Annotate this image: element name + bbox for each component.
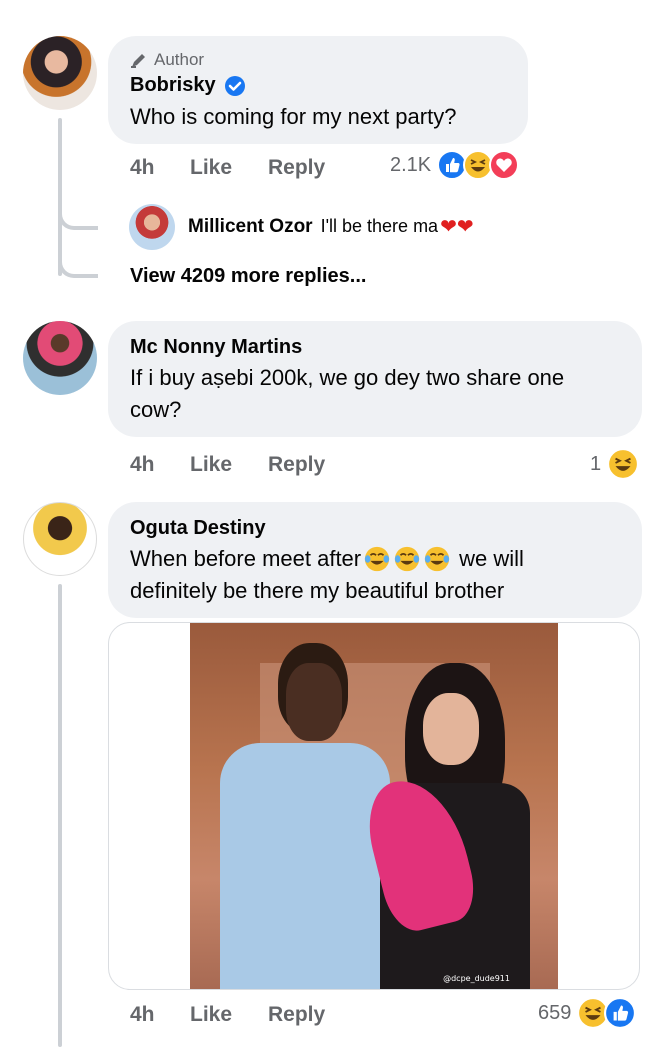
haha-icon (607, 448, 640, 480)
comment-time: 4h (130, 156, 155, 179)
reply-button[interactable]: Reply (268, 156, 325, 180)
reply-text: I'll be there ma (320, 216, 439, 236)
view-more-replies[interactable]: View 4209 more replies... (130, 265, 366, 288)
comment-text: definitely be there my beautiful brother (130, 578, 505, 603)
like-button[interactable]: Like (190, 1003, 232, 1027)
like-button[interactable]: Like (190, 453, 232, 477)
comment-text: cow? (130, 397, 182, 422)
photo-watermark: @dcpe_dude911 (443, 974, 510, 983)
like-icon (604, 997, 637, 1029)
verified-icon (224, 75, 245, 96)
person-man (210, 643, 390, 989)
avatar[interactable] (23, 502, 97, 576)
reaction-count: 2.1K (390, 153, 432, 176)
reaction-summary[interactable]: 1 (590, 448, 640, 480)
comment-text: When before meet after (130, 546, 362, 571)
commenter-name[interactable]: Oguta Destiny (130, 517, 266, 540)
reply-author-name[interactable]: Millicent Ozor (188, 216, 313, 238)
avatar[interactable] (23, 321, 97, 395)
thread-connector (58, 248, 98, 278)
author-label: Author (154, 50, 205, 69)
avatar[interactable] (23, 36, 97, 110)
reply-button[interactable]: Reply (268, 1003, 325, 1027)
pen-icon (131, 54, 145, 68)
reaction-count: 659 (538, 1001, 572, 1024)
comment-text: If i buy aṣebi 200k, we go dey two share… (130, 365, 565, 390)
like-button[interactable]: Like (190, 156, 232, 180)
reaction-summary[interactable]: 2.1K (390, 150, 520, 180)
thread-connector (58, 194, 98, 230)
comment-photo[interactable]: @dcpe_dude911 (190, 623, 558, 989)
reaction-summary[interactable]: 659 (538, 997, 637, 1029)
comment-time: 4h (130, 453, 155, 476)
commenter-name[interactable]: Bobrisky (130, 74, 216, 97)
comment-text: Who is coming for my next party? (130, 104, 457, 129)
love-icon (489, 150, 520, 180)
thread-line (58, 584, 62, 1047)
author-badge: Author (130, 50, 204, 70)
reply-button[interactable]: Reply (268, 453, 325, 477)
commenter-name[interactable]: Mc Nonny Martins (130, 336, 302, 359)
reaction-count: 1 (590, 452, 602, 475)
person-woman (358, 653, 545, 989)
avatar[interactable] (129, 204, 175, 250)
comment-text-line: When before meet after we will (130, 543, 524, 575)
comment-text: we will (459, 546, 524, 571)
heart-emoji-icon: ❤❤ (440, 216, 474, 238)
comment-time: 4h (130, 1003, 155, 1026)
tears-of-joy-emoji-icon (363, 545, 451, 573)
